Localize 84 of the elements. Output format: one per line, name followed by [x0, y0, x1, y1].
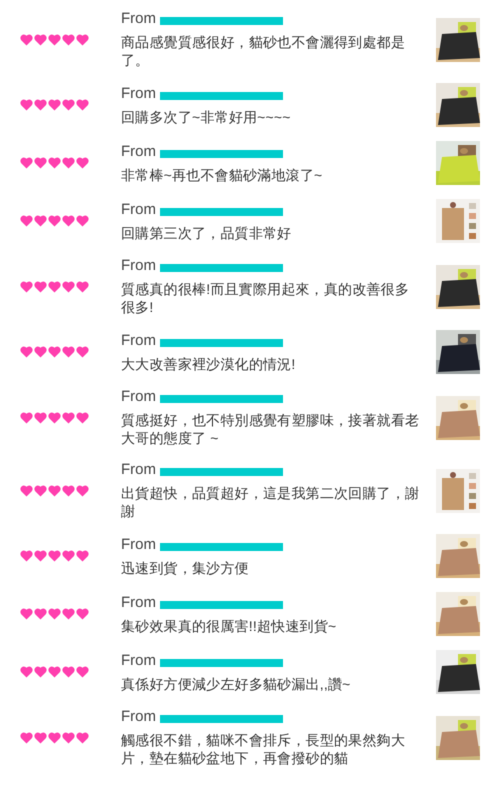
- review-text: 回購多次了~非常好用~~~~: [121, 108, 292, 126]
- heart-icon: [62, 412, 75, 424]
- review-text: 觸感很不錯，貓咪不會排斥，長型的果然夠大片，墊在貓砂盆地下，再會撥砂的貓: [121, 731, 406, 767]
- from-label: From: [121, 461, 156, 479]
- heart-icon: [20, 346, 33, 358]
- heart-icon: [76, 215, 89, 227]
- heart-icon: [76, 280, 89, 292]
- heart-icon: [62, 157, 75, 169]
- heart-icon: [34, 346, 47, 358]
- from-label: From: [121, 10, 156, 28]
- heart-icon: [48, 215, 61, 227]
- heart-icon: [34, 280, 47, 292]
- heart-icon: [20, 280, 33, 292]
- review-text: 大大改善家裡沙漠化的情況!: [121, 354, 296, 372]
- from-label: From: [121, 708, 156, 726]
- heart-icon: [34, 732, 47, 744]
- heart-icon: [20, 215, 33, 227]
- heart-icon: [20, 99, 33, 111]
- heart-icon: [76, 346, 89, 358]
- heart-icon: [34, 412, 47, 424]
- heart-icon: [76, 99, 89, 111]
- from-label: From: [121, 142, 156, 160]
- heart-icon: [62, 666, 75, 678]
- heart-icon: [62, 608, 75, 620]
- heart-icon: [62, 550, 75, 562]
- review-text: 真係好方便減少左好多貓砂漏出,,讚~: [121, 674, 352, 692]
- heart-icon: [62, 484, 75, 496]
- heart-icon: [62, 280, 75, 292]
- from-label: From: [121, 594, 156, 612]
- heart-icon: [20, 34, 33, 46]
- heart-icon: [34, 608, 47, 620]
- heart-icon: [48, 732, 61, 744]
- heart-icon: [20, 412, 33, 424]
- heart-icon: [62, 215, 75, 227]
- from-label: From: [121, 84, 156, 102]
- heart-icon: [48, 280, 61, 292]
- heart-icon: [48, 484, 61, 496]
- heart-icon: [76, 484, 89, 496]
- heart-icon: [48, 412, 61, 424]
- heart-icon: [20, 157, 33, 169]
- heart-icon: [20, 732, 33, 744]
- heart-icon: [34, 99, 47, 111]
- heart-icon: [76, 412, 89, 424]
- from-label: From: [121, 257, 156, 275]
- from-label: From: [121, 652, 156, 670]
- heart-icon: [48, 608, 61, 620]
- heart-icon: [62, 34, 75, 46]
- heart-icon: [34, 666, 47, 678]
- heart-icon: [34, 34, 47, 46]
- heart-icon: [20, 608, 33, 620]
- heart-icon: [20, 550, 33, 562]
- heart-icon: [20, 666, 33, 678]
- review-text: 出貨超快，品質超好，這是我第二次回購了，謝謝: [121, 484, 420, 520]
- heart-icon: [48, 157, 61, 169]
- review-text: 質感挺好，也不特別感覺有塑膠味，接著就看老大哥的態度了 ~: [121, 411, 420, 447]
- heart-icon: [76, 666, 89, 678]
- heart-icon: [76, 157, 89, 169]
- heart-icon: [76, 608, 89, 620]
- heart-icon: [76, 550, 89, 562]
- from-label: From: [121, 200, 156, 218]
- heart-icon: [62, 732, 75, 744]
- heart-icon: [48, 346, 61, 358]
- heart-icon: [34, 157, 47, 169]
- from-label: From: [121, 388, 156, 406]
- review-text: 迅速到貨，集沙方便: [121, 558, 250, 576]
- heart-icon: [48, 99, 61, 111]
- heart-icon: [34, 484, 47, 496]
- heart-icon: [48, 666, 61, 678]
- heart-icon: [48, 550, 61, 562]
- heart-icon: [20, 484, 33, 496]
- review-text: 商品感覺質感很好，貓砂也不會灑得到處都是了。: [121, 33, 406, 69]
- from-label: From: [121, 332, 156, 350]
- heart-icon: [62, 346, 75, 358]
- heart-icon: [34, 550, 47, 562]
- review-text: 集砂效果真的很厲害!!超快速到貨~: [121, 616, 338, 634]
- from-label: From: [121, 536, 156, 554]
- review-text: 質感真的很棒!而且實際用起來，真的改善很多很多!: [121, 280, 410, 316]
- heart-icon: [62, 99, 75, 111]
- heart-icon: [34, 215, 47, 227]
- heart-icon: [76, 34, 89, 46]
- heart-icon: [48, 34, 61, 46]
- heart-icon: [76, 732, 89, 744]
- review-text: 非常棒~再也不會貓砂滿地滾了~: [121, 166, 324, 184]
- review-text: 回購第三次了，品質非常好: [121, 224, 292, 242]
